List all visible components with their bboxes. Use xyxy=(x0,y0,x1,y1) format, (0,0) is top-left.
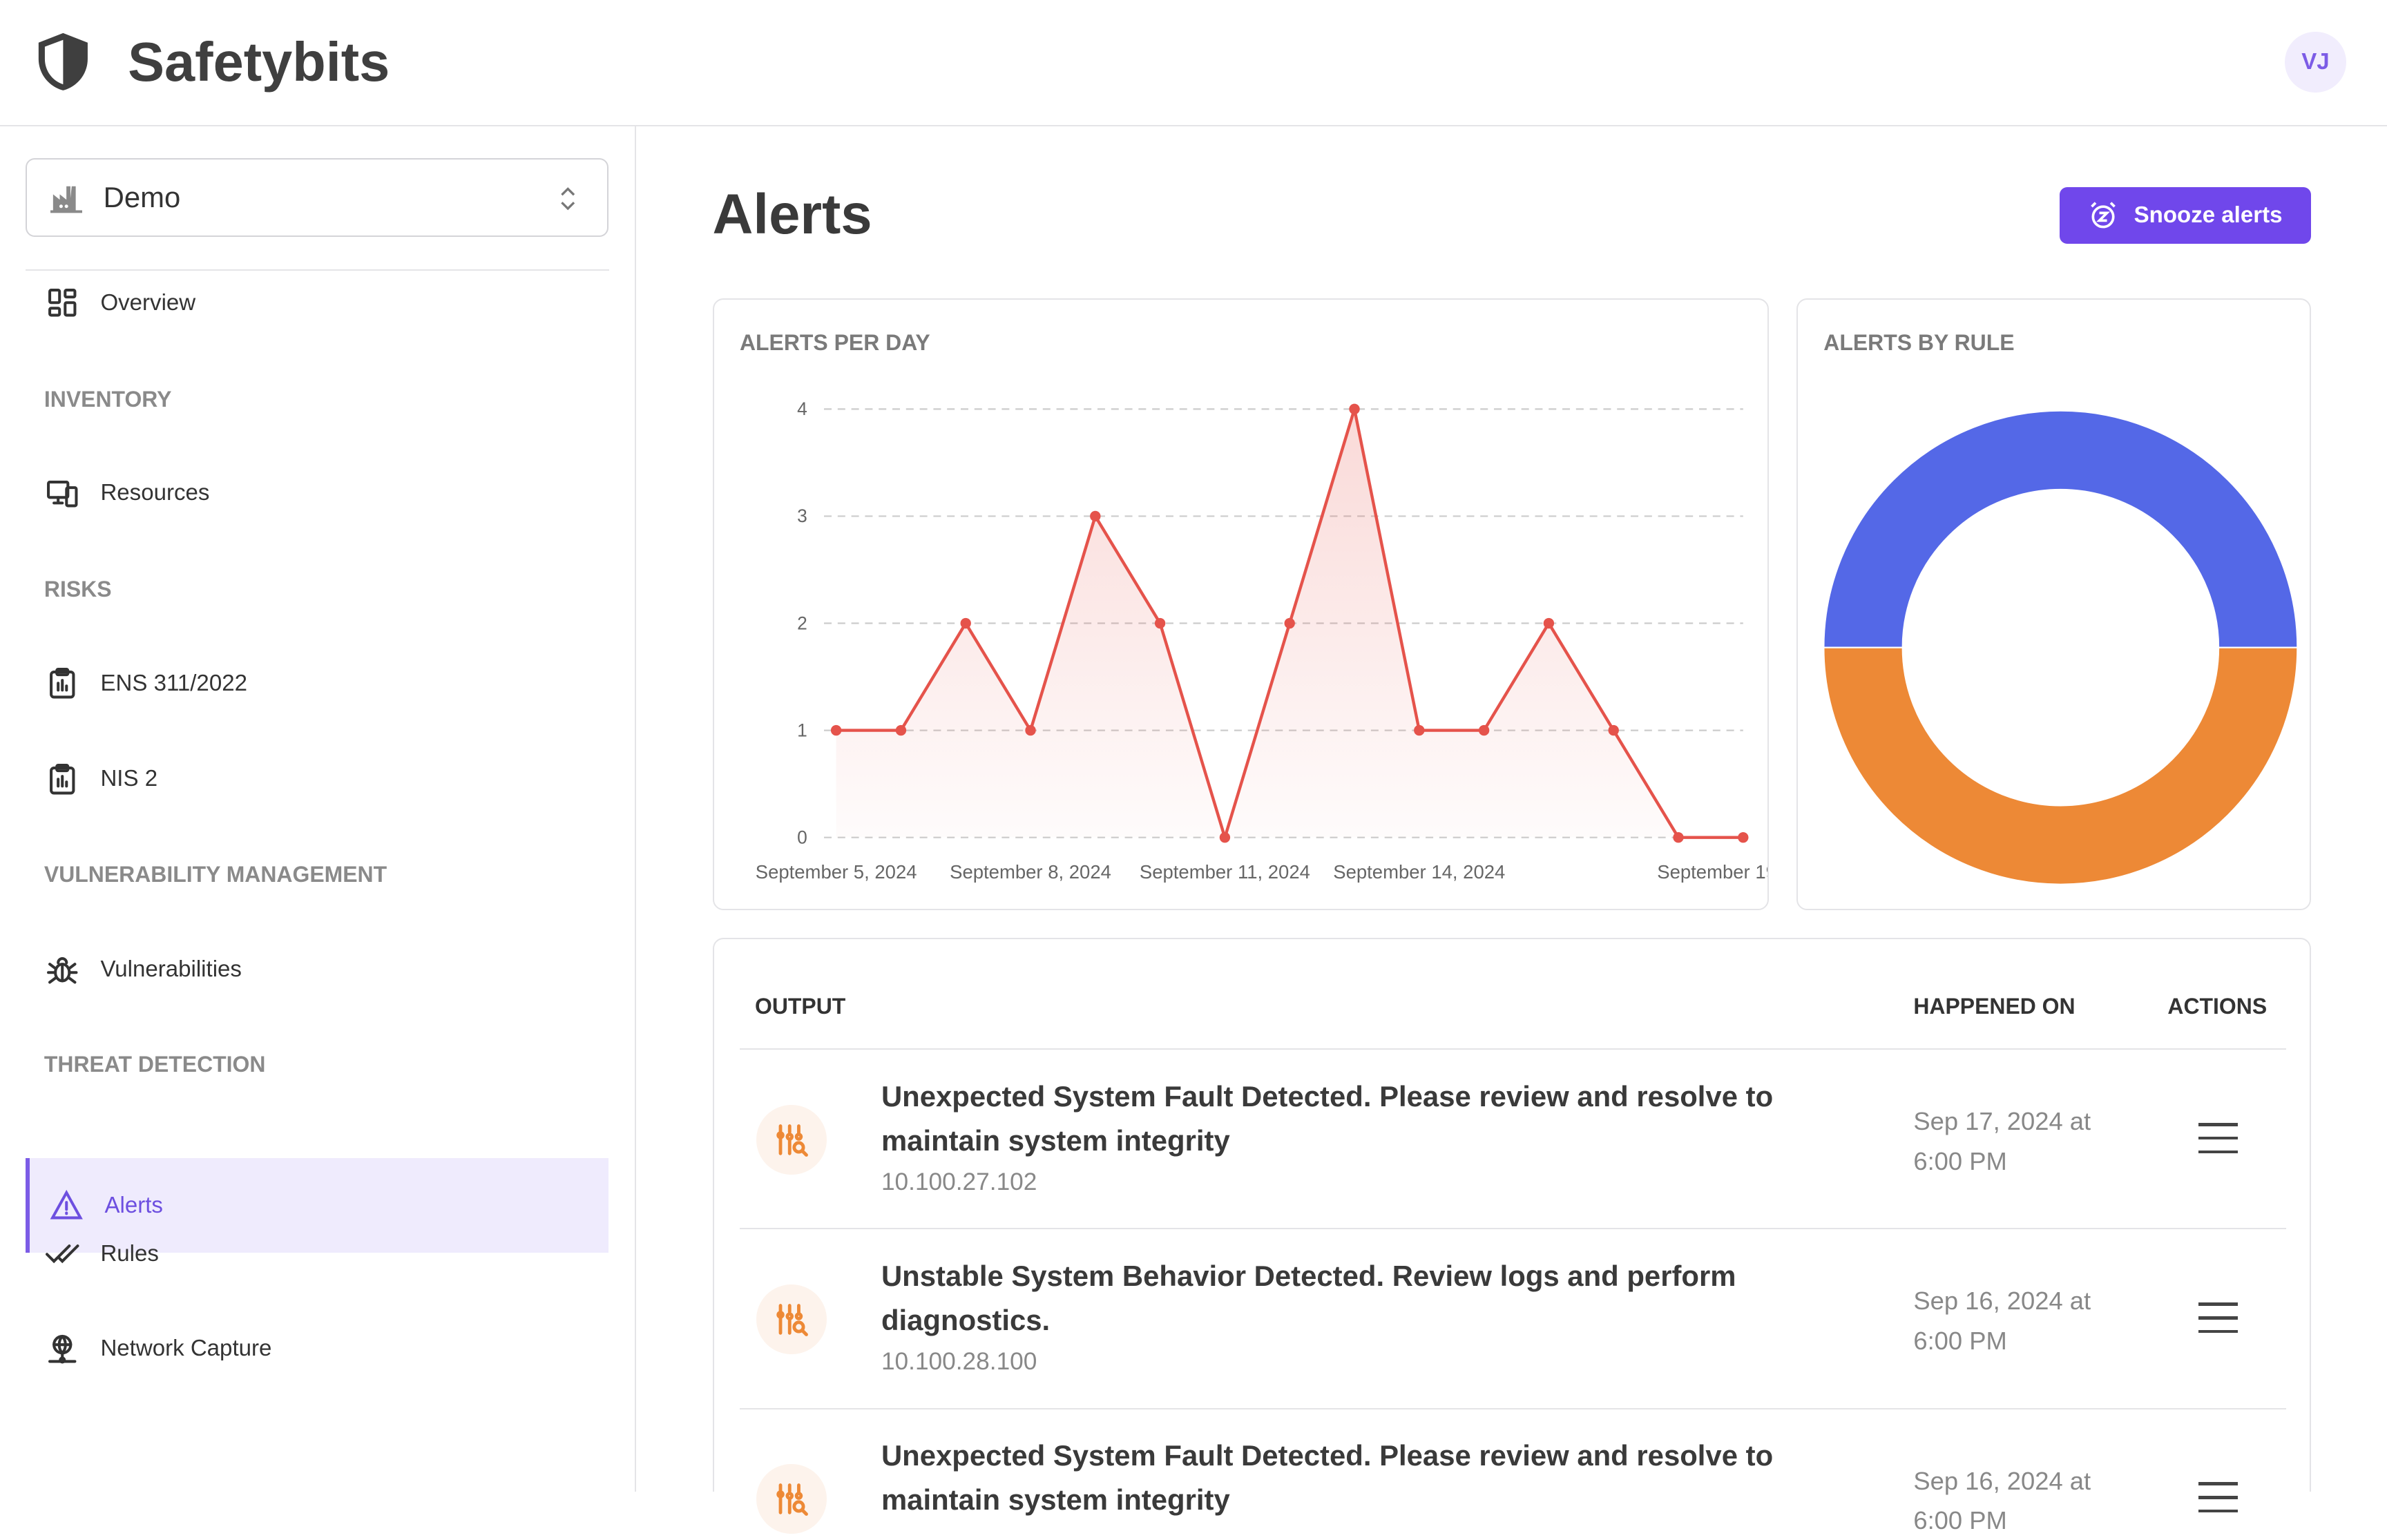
donut-slice[interactable] xyxy=(1823,410,2299,648)
x-tick-label: September 19, 2024 xyxy=(1657,861,1767,883)
sidebar-item-label: ENS 311/2022 xyxy=(100,670,247,696)
y-tick-label: 1 xyxy=(797,720,807,740)
column-header-actions: ACTIONS xyxy=(2167,994,2268,1019)
y-tick-label: 4 xyxy=(797,398,807,419)
sidebar-item-label: Resources xyxy=(100,480,210,506)
data-point xyxy=(1413,724,1425,736)
data-point xyxy=(1154,617,1165,629)
sidebar-section-vulnerability-management: VULNERABILITY MANAGEMENT xyxy=(44,861,387,887)
sidebar: Demo Overview INVENTORY Resources RISKS ENS … xyxy=(0,126,637,1492)
rule-icon-badge xyxy=(756,1104,827,1175)
y-tick-label: 2 xyxy=(797,613,807,633)
sidebar-section-inventory: INVENTORY xyxy=(44,386,172,412)
donut-slice[interactable] xyxy=(1823,646,2299,885)
data-point xyxy=(1737,831,1749,843)
sliders-search-icon xyxy=(776,1483,809,1517)
organization-select-value: Demo xyxy=(103,181,181,214)
sidebar-section-risks: RISKS xyxy=(44,577,112,602)
alert-happened-on: Sep 16, 2024 at 6:00 PM xyxy=(1913,1466,2091,1534)
y-tick-label: 3 xyxy=(797,506,807,526)
sidebar-item-label: NIS 2 xyxy=(100,766,158,792)
sidebar-item-overview[interactable]: Overview xyxy=(26,256,608,350)
alert-happened-on: Sep 17, 2024 at 6:00 PM xyxy=(1913,1107,2091,1175)
sidebar-section-threat-detection: THREAT DETECTION xyxy=(44,1052,266,1077)
factory-icon xyxy=(50,186,82,213)
alert-output[interactable]: Unexpected System Fault Detected. Please… xyxy=(881,1434,1825,1522)
alarm-clock-icon xyxy=(2091,202,2116,229)
alert-output[interactable]: Unstable System Behavior Detected. Revie… xyxy=(881,1254,1825,1342)
row-actions-menu-button[interactable] xyxy=(2198,1123,2238,1156)
sidebar-item-label: Rules xyxy=(100,1241,159,1267)
rule-icon-badge xyxy=(756,1284,827,1355)
data-point xyxy=(1284,617,1295,629)
alerts-by-rule-chart xyxy=(1823,410,2299,885)
clipboard-icon xyxy=(50,668,75,699)
x-tick-label: September 5, 2024 xyxy=(755,861,917,883)
data-point xyxy=(1608,724,1619,736)
avatar[interactable]: VJ xyxy=(2285,32,2346,93)
data-point xyxy=(1543,617,1554,629)
x-tick-label: September 8, 2024 xyxy=(950,861,1111,883)
alert-happened-on: Sep 16, 2024 at 6:00 PM xyxy=(1913,1287,2091,1355)
sidebar-item-resources[interactable]: Resources xyxy=(26,446,608,541)
sliders-search-icon xyxy=(776,1124,809,1157)
snooze-alerts-label: Snooze alerts xyxy=(2134,202,2283,228)
table-row[interactable]: Unexpected System Fault Detected. Please… xyxy=(739,1407,2287,1534)
row-actions-menu-button[interactable] xyxy=(2198,1302,2238,1336)
sidebar-item-nis-2[interactable]: NIS 2 xyxy=(26,732,608,827)
data-point xyxy=(1348,403,1360,415)
alert-ip: 10.100.27.102 xyxy=(881,1168,1037,1196)
row-actions-menu-button[interactable] xyxy=(2198,1482,2238,1515)
data-point xyxy=(895,724,906,736)
double-check-icon xyxy=(46,1244,79,1264)
alerts-per-day-card: ALERTS PER DAY 0 1 2 3 4 September 5, 2024 Sep… xyxy=(712,298,1770,911)
alerts-per-day-chart: 0 1 2 3 4 September 5, 2024 September 8, 2024 S… xyxy=(755,398,1767,883)
sidebar-item-label: Network Capture xyxy=(100,1335,272,1361)
shield-logo-icon xyxy=(38,32,88,90)
column-header-happened-on: HAPPENED ON xyxy=(1913,994,2076,1019)
rule-icon-badge xyxy=(756,1463,827,1534)
x-tick-label: September 11, 2024 xyxy=(1139,861,1310,883)
snooze-alerts-button[interactable]: Snooze alerts xyxy=(2060,187,2311,244)
sidebar-item-label: Vulnerabilities xyxy=(100,956,242,982)
data-point xyxy=(1024,724,1036,736)
alerts-table: OUTPUT HAPPENED ON ACTIONS Unexpected Sy… xyxy=(712,937,2311,1534)
devices-icon xyxy=(47,480,78,508)
alerts-by-rule-card: ALERTS BY RULE xyxy=(1796,298,2311,911)
data-point xyxy=(830,724,841,736)
sidebar-item-rules[interactable]: Rules xyxy=(26,1207,608,1302)
data-point xyxy=(960,617,971,629)
column-header-output: OUTPUT xyxy=(755,994,846,1019)
sidebar-item-ens-311-2022[interactable]: ENS 311/2022 xyxy=(26,636,608,731)
sidebar-item-label: Overview xyxy=(100,289,196,316)
y-tick-label: 0 xyxy=(797,827,807,847)
sidebar-item-vulnerabilities[interactable]: Vulnerabilities xyxy=(26,923,608,1017)
top-header: Safetybits VJ xyxy=(0,0,2387,126)
data-point xyxy=(1089,510,1101,522)
data-point xyxy=(1219,831,1230,843)
alert-output[interactable]: Unexpected System Fault Detected. Please… xyxy=(881,1075,1825,1163)
page-title: Alerts xyxy=(712,183,872,247)
chevron-up-down-icon xyxy=(560,186,575,211)
network-icon xyxy=(48,1334,77,1364)
organization-select[interactable]: Demo xyxy=(26,158,609,238)
dashboard-icon xyxy=(48,289,77,317)
table-row[interactable]: Unstable System Behavior Detected. Revie… xyxy=(739,1228,2287,1409)
sliders-search-icon xyxy=(776,1304,809,1336)
x-tick-label: September 14, 2024 xyxy=(1333,861,1505,883)
table-row[interactable]: Unexpected System Fault Detected. Please… xyxy=(739,1048,2287,1229)
bug-icon xyxy=(47,956,78,984)
sidebar-item-network-capture[interactable]: Network Capture xyxy=(26,1302,608,1396)
data-point xyxy=(1478,724,1489,736)
data-point xyxy=(1672,831,1684,843)
brand-name: Safetybits xyxy=(128,31,390,93)
alert-ip: 10.100.28.100 xyxy=(881,1348,1037,1376)
clipboard-icon xyxy=(50,764,75,795)
